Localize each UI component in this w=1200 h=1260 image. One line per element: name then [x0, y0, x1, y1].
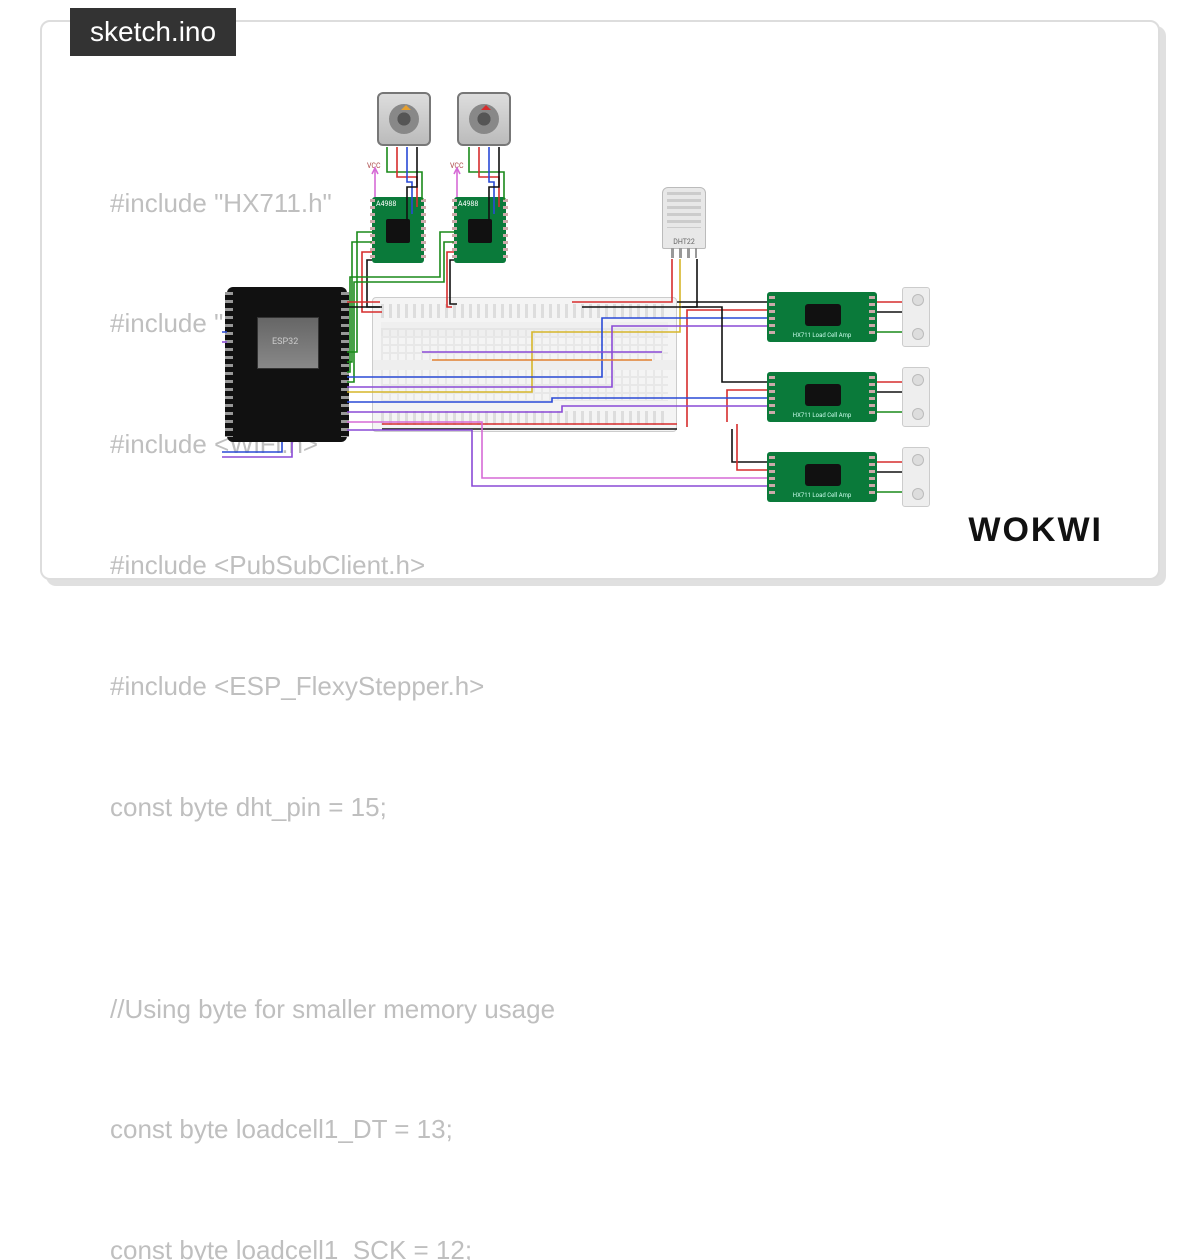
hx711-amp-3: HX711 Load Cell Amp — [767, 452, 877, 502]
hx711-amp-1: HX711 Load Cell Amp — [767, 292, 877, 342]
stepper-driver-1: A4988 — [372, 197, 424, 263]
stepper-driver-2: A4988 — [454, 197, 506, 263]
hx711-label: HX711 Load Cell Amp — [767, 412, 877, 419]
driver-label: A4988 — [458, 200, 478, 208]
code-line: const byte loadcell1_DT = 13; — [110, 1109, 555, 1149]
code-line: const byte dht_pin = 15; — [110, 787, 555, 827]
code-line: #include <PubSubClient.h> — [110, 545, 555, 585]
circuit-diagram: VCC VCC A4988 A4988 DHT22 ESP32 — [222, 92, 1042, 522]
hx711-amp-2: HX711 Load Cell Amp — [767, 372, 877, 422]
esp32-mcu: ESP32 — [227, 287, 347, 442]
filename-text: sketch.ino — [90, 16, 216, 47]
mcu-label: ESP32 — [272, 337, 298, 347]
driver-label: A4988 — [376, 200, 396, 208]
filename-tab: sketch.ino — [70, 8, 236, 56]
vcc-label-2: VCC — [450, 162, 464, 170]
dht22-sensor: DHT22 — [662, 187, 706, 249]
stepper-motor-2 — [457, 92, 511, 146]
project-card: #include "HX711.h" #include "DHTesp.h" #… — [40, 20, 1160, 580]
hx711-label: HX711 Load Cell Amp — [767, 492, 877, 499]
load-cell-2 — [902, 367, 930, 427]
code-line: //Using byte for smaller memory usage — [110, 989, 555, 1029]
dht-label: DHT22 — [663, 238, 705, 246]
vcc-label-1: VCC — [367, 162, 381, 170]
wokwi-logo: WOKWI — [968, 511, 1103, 550]
load-cell-3 — [902, 447, 930, 507]
stepper-motor-1 — [377, 92, 431, 146]
code-line: const byte loadcell1_SCK = 12; — [110, 1230, 555, 1260]
breadboard — [372, 297, 677, 432]
hx711-label: HX711 Load Cell Amp — [767, 332, 877, 339]
code-line: #include <ESP_FlexyStepper.h> — [110, 666, 555, 706]
load-cell-1 — [902, 287, 930, 347]
